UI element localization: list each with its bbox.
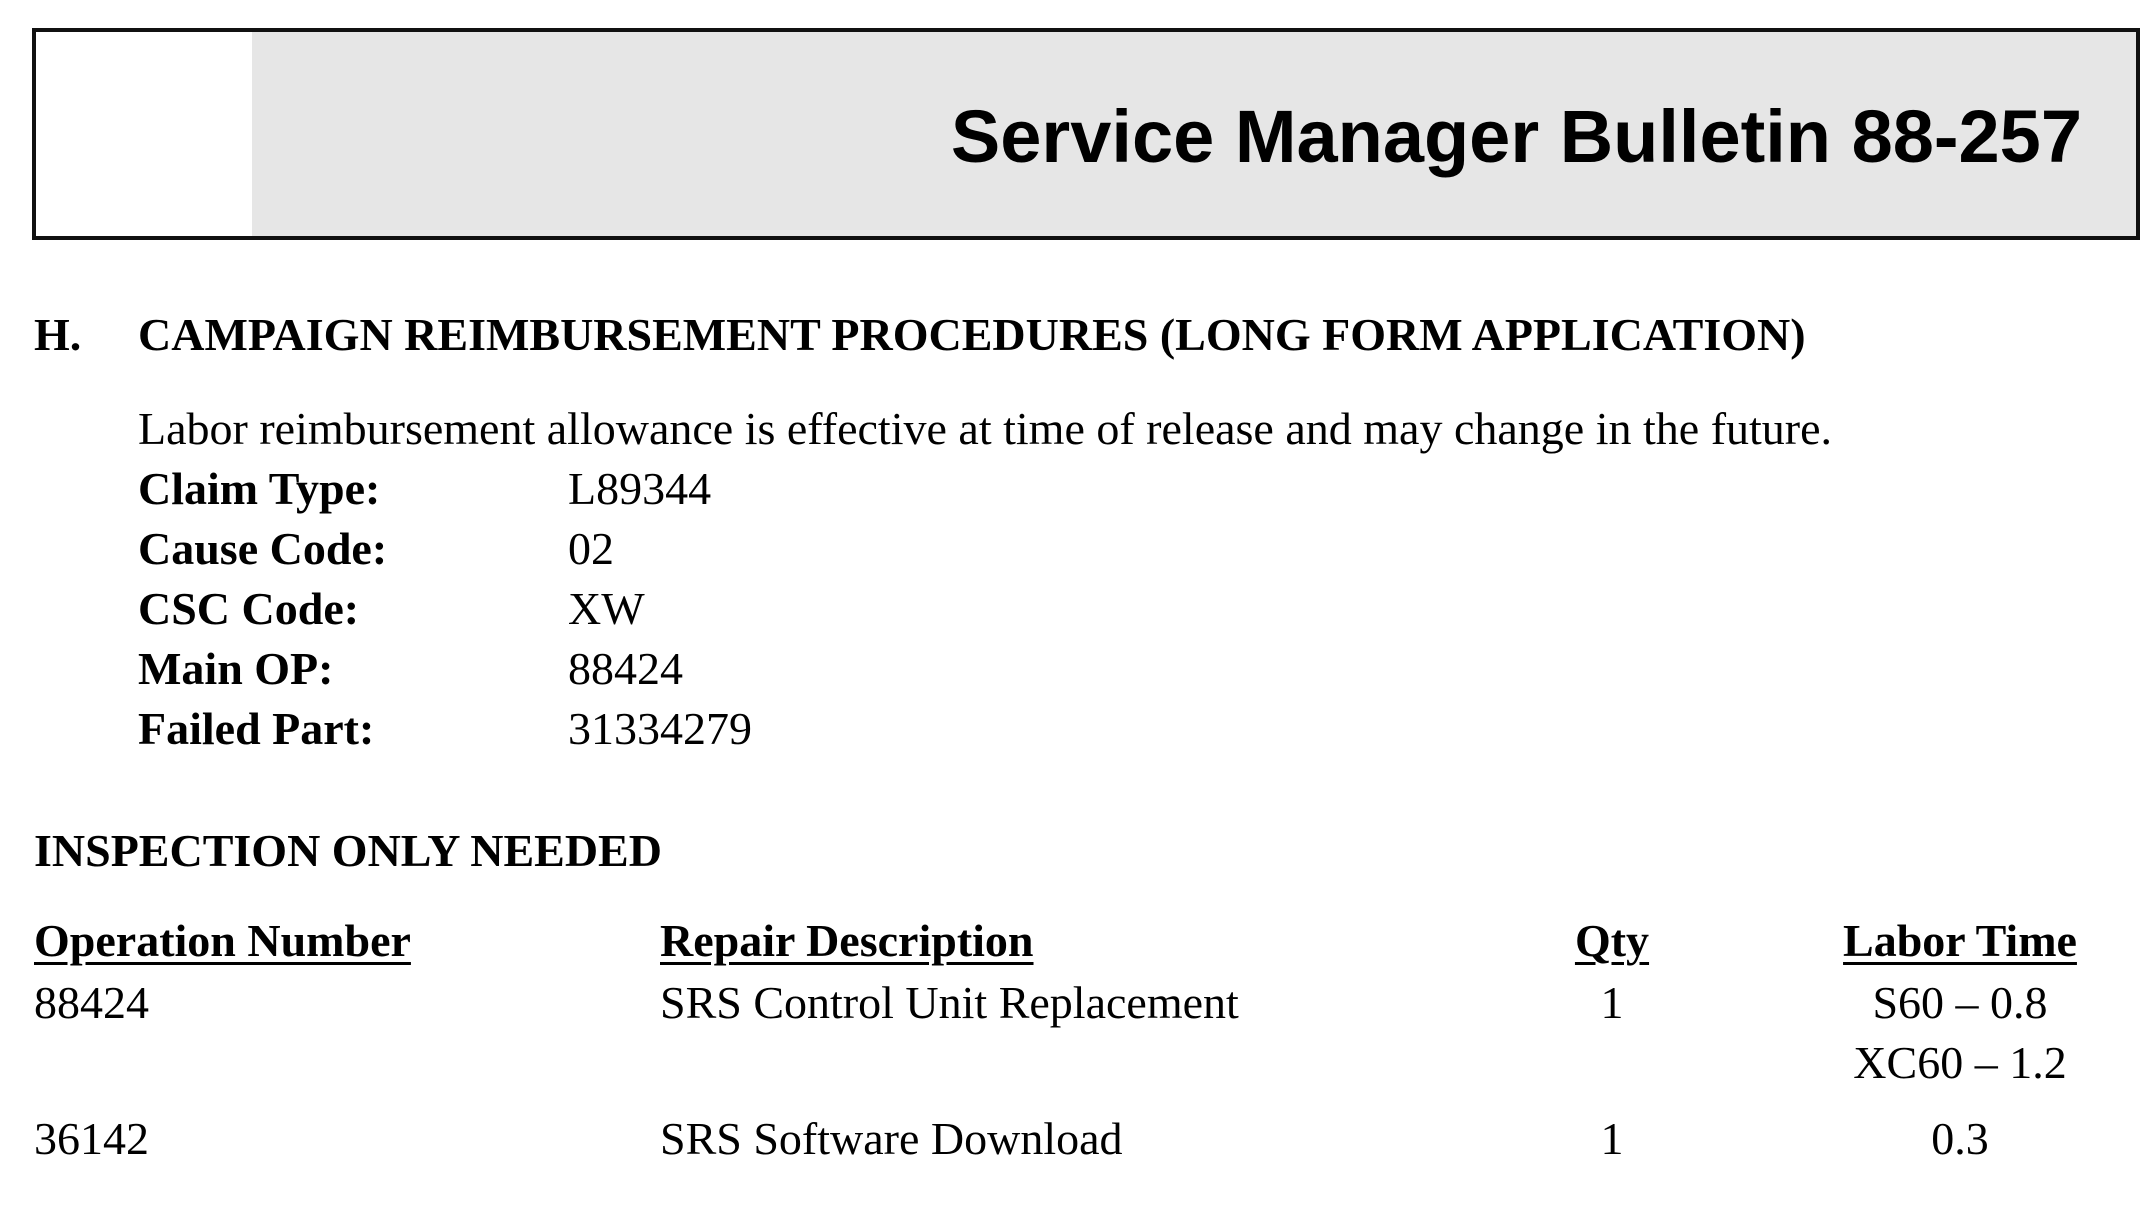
column-header-description: Repair Description — [660, 915, 1034, 966]
bulletin-header: Service Manager Bulletin 88-257 — [32, 28, 2140, 240]
field-label: CSC Code: — [138, 583, 360, 634]
operation-number-cell: 88424 — [34, 977, 149, 1028]
qty-cell: 1 — [1600, 977, 1624, 1028]
column-header-qty: Qty — [1574, 915, 1650, 966]
section-heading: CAMPAIGN REIMBURSEMENT PROCEDURES (LONG … — [138, 309, 1806, 360]
field-value: XW — [568, 583, 645, 634]
column-header-labor: Labor Time — [1843, 915, 2077, 966]
repair-description-cell: SRS Control Unit Replacement — [660, 977, 1239, 1028]
operation-number-cell: 36142 — [34, 1113, 149, 1164]
section-letter: H. — [34, 309, 82, 360]
repair-description-cell: SRS Software Download — [660, 1113, 1123, 1164]
bulletin-title: Service Manager Bulletin 88-257 — [950, 95, 2082, 178]
field-label: Failed Part: — [138, 703, 375, 754]
column-header-operation: Operation Number — [34, 915, 411, 966]
inspection-heading: INSPECTION ONLY NEEDED — [34, 825, 662, 876]
field-label: Cause Code: — [138, 523, 388, 574]
field-value: 31334279 — [568, 703, 752, 754]
field-value: 88424 — [568, 643, 683, 694]
qty-cell: 1 — [1600, 1113, 1624, 1164]
labor-time-cell: XC60 – 1.2 — [1853, 1037, 2067, 1088]
intro-paragraph: Labor reimbursement allowance is effecti… — [138, 403, 1833, 454]
field-label: Main OP: — [138, 643, 334, 694]
labor-time-cell: 0.3 — [1931, 1113, 1989, 1164]
field-label: Claim Type: — [138, 463, 381, 514]
field-value: L89344 — [568, 463, 712, 514]
labor-time-cell: S60 – 0.8 — [1872, 977, 2048, 1028]
field-value: 02 — [568, 523, 614, 574]
